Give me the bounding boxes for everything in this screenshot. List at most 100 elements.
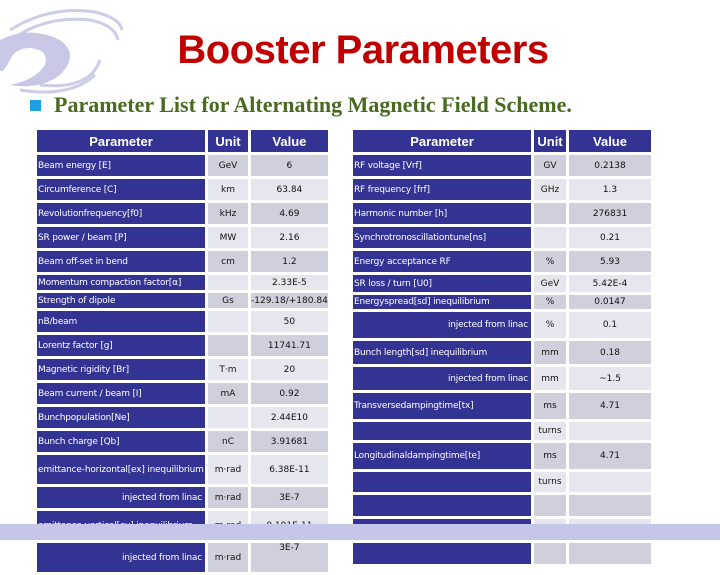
parameter-cell: Transversedampingtime[tx] [353, 393, 531, 419]
footer-bar [0, 524, 720, 540]
value-cell: 5.42E-4 [569, 275, 651, 292]
unit-cell [534, 543, 566, 564]
value-cell: 4.71 [569, 393, 651, 419]
parameter-cell: Beam current / beam [I] [37, 383, 205, 404]
bullet-square-icon [30, 99, 41, 111]
unit-cell [208, 311, 248, 332]
table-row: Magnetic rigidity [Br] T·m 20 [37, 359, 328, 380]
parameter-cell: Lorentz factor [g] [37, 335, 205, 356]
parameter-cell: Magnetic rigidity [Br] [37, 359, 205, 380]
section-heading: Parameter List for Alternating Magnetic … [30, 92, 572, 118]
table-row: nB/beam 50 [37, 311, 328, 332]
value-cell: 63.84 [251, 179, 328, 200]
unit-cell [534, 495, 566, 516]
unit-cell: % [534, 312, 566, 338]
value-cell [569, 472, 651, 492]
unit-cell: GeV [208, 155, 248, 176]
parameter-cell: Longitudinaldampingtime[te] [353, 443, 531, 469]
table-row: Synchrotronoscillationtune[ns] 0.21 [353, 227, 651, 248]
table-row: Transversedampingtime[tx] ms 4.71 [353, 393, 651, 419]
table-row: turns [353, 422, 651, 440]
value-cell: 2.44E10 [251, 407, 328, 428]
value-cell: 1.3 [569, 179, 651, 200]
unit-cell: m·rad [208, 455, 248, 484]
table-row: RF frequency [frf] GHz 1.3 [353, 179, 651, 200]
unit-cell: ms [534, 393, 566, 419]
unit-cell [208, 407, 248, 428]
table-row: Strength of dipole Gs -129.18/+180.84 [37, 293, 328, 308]
unit-cell: mm [534, 367, 566, 390]
column-header-parameter: Parameter [37, 130, 205, 152]
unit-cell: GeV [534, 275, 566, 292]
unit-cell: turns [534, 472, 566, 492]
value-cell: 1.2 [251, 251, 328, 272]
value-cell: 3E-7 [251, 487, 328, 508]
parameter-cell: Energyspread[sd] inequilibrium [353, 295, 531, 309]
table-row: Circumference [C] km 63.84 [37, 179, 328, 200]
unit-cell: Gs [208, 293, 248, 308]
unit-cell: turns [534, 422, 566, 440]
section-heading-text: Parameter List for Alternating Magnetic … [54, 92, 572, 117]
parameter-cell [353, 422, 531, 440]
parameter-cell: Beam energy [E] [37, 155, 205, 176]
table-row: Revolutionfrequency[f0] kHz 4.69 [37, 203, 328, 224]
table-row: Energy acceptance RF% 5.93 [353, 251, 651, 272]
column-header-value: Value [251, 130, 328, 152]
parameter-cell [353, 472, 531, 492]
parameter-cell: injected from linac [37, 487, 205, 508]
unit-cell: mA [208, 383, 248, 404]
left-parameter-table: Parameter Unit Value Beam energy [E] GeV 6… [34, 127, 331, 575]
value-cell: 6 [251, 155, 328, 176]
unit-cell: m·rad [208, 543, 248, 572]
parameter-cell: Bunch charge [Qb] [37, 431, 205, 452]
table-row: Lorentz factor [g] 11741.71 [37, 335, 328, 356]
unit-cell [534, 203, 566, 224]
value-cell: 50 [251, 311, 328, 332]
value-cell [569, 422, 651, 440]
value-cell: 2.16 [251, 227, 328, 248]
column-header-value: Value [569, 130, 651, 152]
unit-cell: nC [208, 431, 248, 452]
unit-cell: GHz [534, 179, 566, 200]
value-cell: 0.2138 [569, 155, 651, 176]
parameter-cell: Synchrotronoscillationtune[ns] [353, 227, 531, 248]
table-row [353, 543, 651, 564]
unit-cell: km [208, 179, 248, 200]
table-row: Beam current / beam [I] mA 0.92 [37, 383, 328, 404]
unit-cell: % [534, 295, 566, 309]
value-cell: -129.18/+180.84 [251, 293, 328, 308]
right-parameter-table: Parameter Unit Value RF voltage [Vrf] GV 0… [350, 127, 654, 567]
parameter-cell: RF voltage [Vrf] [353, 155, 531, 176]
value-cell [569, 495, 651, 516]
value-cell: ~1.5 [569, 367, 651, 390]
unit-cell: cm [208, 251, 248, 272]
table-row: injected from linac m·rad 3E-7 [37, 543, 328, 572]
value-cell: 4.69 [251, 203, 328, 224]
value-cell: 0.92 [251, 383, 328, 404]
table-row: injected from linac mm ~1.5 [353, 367, 651, 390]
unit-cell: mm [534, 341, 566, 364]
table-row: Energyspread[sd] inequilibrium% 0.0147 [353, 295, 651, 309]
parameter-cell: Bunch length[sd] inequilibrium [353, 341, 531, 364]
table-row: injected from linac m·rad 3E-7 [37, 487, 328, 508]
value-cell: 5.93 [569, 251, 651, 272]
value-cell: 20 [251, 359, 328, 380]
parameter-cell: Momentum compaction factor[α] [37, 275, 205, 290]
value-cell [569, 543, 651, 564]
column-header-unit: Unit [534, 130, 566, 152]
parameter-cell: Energy acceptance RF [353, 251, 531, 272]
value-cell: 0.21 [569, 227, 651, 248]
parameter-cell: Strength of dipole [37, 293, 205, 308]
table-row: Bunch charge [Qb] nC 3.91681 [37, 431, 328, 452]
parameter-cell: nB/beam [37, 311, 205, 332]
parameter-cell [353, 495, 531, 516]
table-row: Bunchpopulation[Ne] 2.44E10 [37, 407, 328, 428]
unit-cell: GV [534, 155, 566, 176]
column-header-unit: Unit [208, 130, 248, 152]
table-row: SR power / beam [P] MW 2.16 [37, 227, 328, 248]
value-cell: 276831 [569, 203, 651, 224]
unit-cell: % [534, 251, 566, 272]
table-row: SR loss / turn [U0] GeV 5.42E-4 [353, 275, 651, 292]
unit-cell: T·m [208, 359, 248, 380]
value-cell: 0.1 [569, 312, 651, 338]
